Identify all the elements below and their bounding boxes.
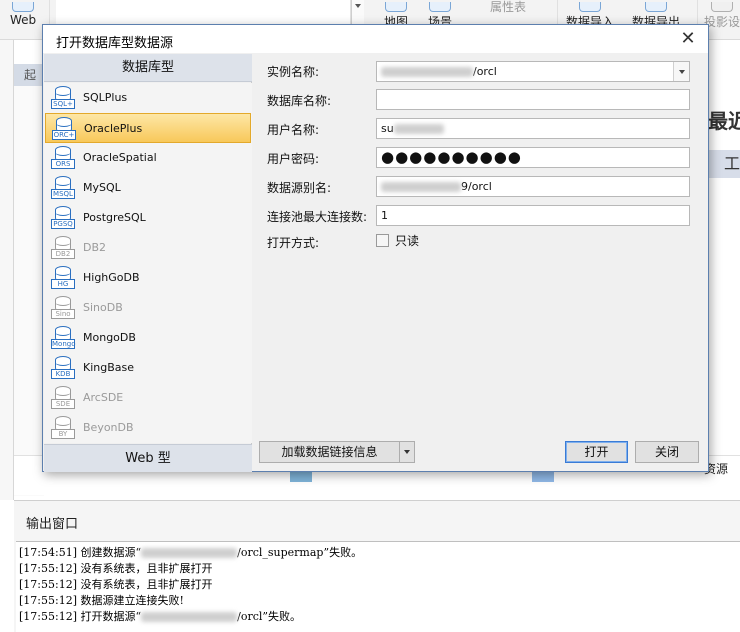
map-icon (385, 2, 407, 12)
log-line: [17:55:12] 数据源建立连接失败! (19, 594, 184, 607)
database-icon: Sino (51, 296, 75, 320)
datasource-type-list: SQL+ SQLPlus ORC+ OraclePlus ORS OracleSpatia… (44, 83, 252, 443)
datasource-type-label: ArcSDE (83, 391, 124, 404)
redacted-text (381, 67, 473, 77)
user-name-field[interactable]: su (376, 118, 690, 139)
datasource-type-item[interactable]: ORS OracleSpatial (45, 143, 251, 173)
workspace-pane (14, 86, 44, 496)
datasource-alias-label: 数据源别名: (267, 181, 332, 195)
datasource-type-item[interactable]: HG HighGoDB (45, 263, 251, 293)
datasource-type-item[interactable]: Sino SinoDB (45, 293, 251, 323)
database-name-field[interactable] (376, 89, 690, 110)
datasource-type-item[interactable]: BY BeyonDB (45, 413, 251, 443)
projection-button[interactable]: 投影设 (704, 2, 740, 30)
log-line: [17:54:51] 创建数据源“/orcl_supermap”失败。 (19, 546, 363, 559)
datasource-type-label: PostgreSQL (83, 211, 146, 224)
datasource-type-item[interactable]: KDB KingBase (45, 353, 251, 383)
database-icon: SQL+ (51, 86, 75, 110)
dropdown-arrow-icon[interactable] (399, 442, 414, 462)
datasource-alias-field[interactable]: 9/orcl (376, 176, 690, 197)
properties-button[interactable]: 属性表 (490, 0, 526, 15)
database-icon: Mongo (51, 326, 76, 350)
database-icon: ORC+ (52, 117, 76, 141)
open-mode-label: 打开方式: (267, 236, 320, 250)
readonly-label[interactable]: 只读 (395, 232, 419, 249)
datasource-type-label: OracleSpatial (83, 151, 157, 164)
instance-name-label: 实例名称: (267, 65, 320, 79)
web-icon (12, 2, 35, 12)
projection-icon (711, 2, 733, 12)
datasource-type-label: HighGoDB (83, 271, 140, 284)
load-data-link-button[interactable]: 加载数据链接信息 (259, 441, 415, 463)
log-line: [17:55:12] 打开数据源“/orcl”失败。 (19, 610, 301, 623)
database-icon: HG (51, 266, 75, 290)
redacted-text (141, 548, 238, 558)
database-type-header: 数据库型 (44, 54, 252, 82)
datasource-type-label: MySQL (83, 181, 121, 194)
datasource-type-item[interactable]: Mongo MongoDB (45, 323, 251, 353)
readonly-checkbox[interactable] (376, 234, 389, 247)
database-icon: DB2 (51, 236, 75, 260)
web-button[interactable]: Web (10, 2, 36, 27)
password-field[interactable]: ●●●●●●●●●● (376, 147, 690, 168)
database-icon: PGSQ (51, 206, 75, 230)
output-window: 输出窗口 [17:54:51] 创建数据源“/orcl_supermap”失败。… (14, 500, 740, 632)
instance-name-combobox[interactable]: /orcl (376, 61, 690, 82)
log-line: [17:55:12] 没有系统表，且非扩展打开 (19, 562, 213, 575)
log-line: [17:55:12] 没有系统表，且非扩展打开 (19, 578, 213, 591)
datasource-type-label: DB2 (83, 241, 107, 254)
output-log: [17:54:51] 创建数据源“/orcl_supermap”失败。 [17:… (16, 541, 740, 632)
datasource-type-label: KingBase (83, 361, 135, 374)
redacted-text (381, 182, 461, 192)
database-icon: BY (51, 416, 75, 440)
datasource-type-item[interactable]: ORC+ OraclePlus (45, 113, 251, 143)
connection-form: 实例名称: /orcl 数据库名称: 用户名称: su 用户密码: ●●●●●●… (253, 54, 708, 472)
datasource-type-item[interactable]: SDE ArcSDE (45, 383, 251, 413)
datasource-type-label: SinoDB (83, 301, 123, 314)
pool-max-connections-label: 连接池最大连接数: (267, 210, 368, 224)
datasource-type-item[interactable]: DB2 DB2 (45, 233, 251, 263)
database-icon: KDB (51, 356, 75, 380)
tool-bar: 工 (708, 150, 740, 178)
web-type-tab[interactable]: Web 型 (44, 444, 252, 472)
user-name-label: 用户名称: (267, 123, 320, 137)
database-icon: ORS (51, 146, 75, 170)
datasource-type-label: BeyonDB (83, 421, 134, 434)
datasource-type-item[interactable]: MSQL MySQL (45, 173, 251, 203)
pool-max-connections-field[interactable]: 1 (376, 205, 690, 226)
left-dock-strip (0, 40, 14, 500)
database-name-label: 数据库名称: (267, 94, 332, 108)
datasource-type-panel: 数据库型 SQL+ SQLPlus ORC+ OraclePlus ORS OracleS… (44, 54, 252, 472)
dropdown-arrow-icon[interactable] (673, 62, 689, 81)
password-label: 用户密码: (267, 152, 320, 166)
scene-icon (429, 2, 451, 12)
datasource-type-item[interactable]: PGSQ PostgreSQL (45, 203, 251, 233)
datasource-type-label: MongoDB (83, 331, 136, 344)
close-icon[interactable]: ✕ (678, 29, 698, 49)
datasource-type-item[interactable]: SQL+ SQLPlus (45, 83, 251, 113)
export-icon (645, 2, 667, 12)
import-icon (579, 2, 601, 12)
start-tab[interactable]: 起 (14, 64, 44, 86)
output-window-title: 输出窗口 (26, 517, 79, 532)
datasource-type-label: SQLPlus (83, 91, 128, 104)
database-icon: SDE (51, 386, 75, 410)
recent-title: 最近 (708, 109, 740, 133)
datasource-type-label: OraclePlus (84, 122, 143, 135)
close-button[interactable]: 关闭 (635, 441, 699, 463)
redacted-text (393, 124, 444, 134)
database-icon: MSQL (51, 176, 75, 200)
dialog-title: 打开数据库型数据源 (56, 36, 174, 51)
open-button[interactable]: 打开 (565, 441, 628, 463)
redacted-text (141, 612, 238, 622)
open-database-datasource-dialog: 打开数据库型数据源 ✕ 数据库型 SQL+ SQLPlus ORC+ OraclePl… (42, 24, 709, 472)
dialog-titlebar: 打开数据库型数据源 ✕ (43, 25, 708, 53)
